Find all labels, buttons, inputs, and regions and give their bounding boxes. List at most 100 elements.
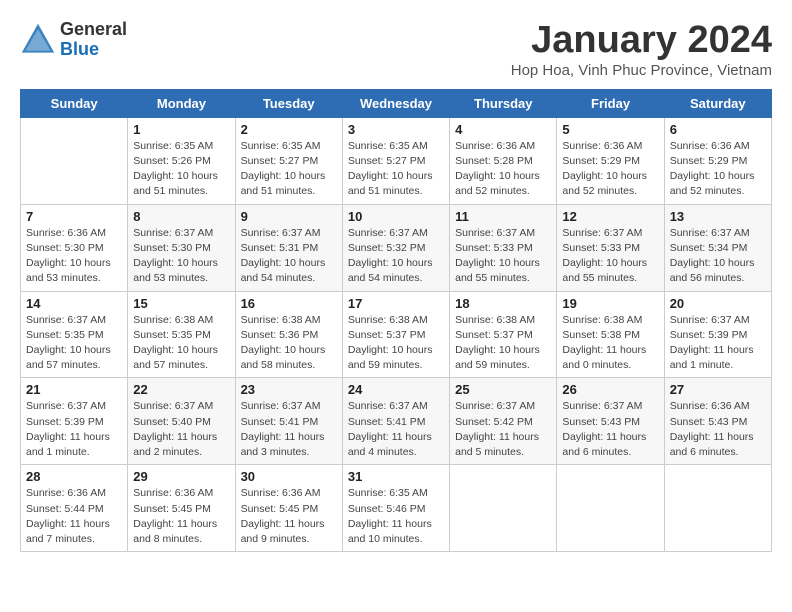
day-info: Sunrise: 6:37 AMSunset: 5:42 PMDaylight:… [455,399,551,460]
calendar-cell: 22 Sunrise: 6:37 AMSunset: 5:40 PMDayligh… [128,378,235,465]
day-info: Sunrise: 6:35 AMSunset: 5:46 PMDaylight:… [348,486,444,547]
month-title: January 2024 [511,20,772,62]
day-number: 13 [670,209,766,224]
header-day-sunday: Sunday [21,89,128,117]
calendar-cell: 28 Sunrise: 6:36 AMSunset: 5:44 PMDayligh… [21,465,128,552]
calendar-cell: 20 Sunrise: 6:37 AMSunset: 5:39 PMDayligh… [664,291,771,378]
day-number: 16 [241,296,337,311]
calendar-table: SundayMondayTuesdayWednesdayThursdayFrid… [20,89,772,552]
day-number: 24 [348,382,444,397]
calendar-cell [21,117,128,204]
day-info: Sunrise: 6:36 AMSunset: 5:44 PMDaylight:… [26,486,122,547]
calendar-cell: 4Sunrise: 6:36 AMSunset: 5:28 PMDaylight… [450,117,557,204]
day-info: Sunrise: 6:35 AMSunset: 5:27 PMDaylight:… [241,139,337,200]
calendar-cell: 17 Sunrise: 6:38 AMSunset: 5:37 PMDayligh… [342,291,449,378]
day-info: Sunrise: 6:38 AMSunset: 5:38 PMDaylight:… [562,313,658,374]
calendar-cell: 14 Sunrise: 6:37 AMSunset: 5:35 PMDayligh… [21,291,128,378]
calendar-cell: 1Sunrise: 6:35 AMSunset: 5:26 PMDaylight… [128,117,235,204]
day-number: 18 [455,296,551,311]
day-info: Sunrise: 6:36 AMSunset: 5:45 PMDaylight:… [133,486,229,547]
day-info: Sunrise: 6:37 AMSunset: 5:43 PMDaylight:… [562,399,658,460]
calendar-cell [664,465,771,552]
logo-blue: Blue [60,40,127,60]
header-day-tuesday: Tuesday [235,89,342,117]
calendar-cell: 21Sunrise: 6:37 AMSunset: 5:39 PMDayligh… [21,378,128,465]
calendar-cell: 8 Sunrise: 6:37 AMSunset: 5:30 PMDaylight… [128,204,235,291]
day-info: Sunrise: 6:38 AMSunset: 5:37 PMDaylight:… [455,313,551,374]
day-number: 12 [562,209,658,224]
calendar-header: SundayMondayTuesdayWednesdayThursdayFrid… [21,89,772,117]
day-info: Sunrise: 6:37 AMSunset: 5:40 PMDaylight:… [133,399,229,460]
day-number: 31 [348,469,444,484]
day-number: 9 [241,209,337,224]
day-number: 20 [670,296,766,311]
day-info: Sunrise: 6:36 AMSunset: 5:29 PMDaylight:… [562,139,658,200]
calendar-body: 1Sunrise: 6:35 AMSunset: 5:26 PMDaylight… [21,117,772,551]
header-day-saturday: Saturday [664,89,771,117]
day-number: 19 [562,296,658,311]
day-number: 7 [26,209,122,224]
day-number: 14 [26,296,122,311]
day-info: Sunrise: 6:37 AMSunset: 5:41 PMDaylight:… [241,399,337,460]
day-info: Sunrise: 6:36 AMSunset: 5:45 PMDaylight:… [241,486,337,547]
day-info: Sunrise: 6:37 AMSunset: 5:39 PMDaylight:… [26,399,122,460]
day-number: 27 [670,382,766,397]
calendar-cell: 24Sunrise: 6:37 AMSunset: 5:41 PMDayligh… [342,378,449,465]
logo: General Blue [20,20,127,60]
week-row-2: 7 Sunrise: 6:36 AMSunset: 5:30 PMDaylight… [21,204,772,291]
day-number: 15 [133,296,229,311]
calendar-cell: 11 Sunrise: 6:37 AMSunset: 5:33 PMDayligh… [450,204,557,291]
header-day-monday: Monday [128,89,235,117]
title-block: January 2024 Hop Hoa, Vinh Phuc Province… [511,20,772,79]
calendar-cell: 27 Sunrise: 6:36 AMSunset: 5:43 PMDayligh… [664,378,771,465]
day-info: Sunrise: 6:37 AMSunset: 5:31 PMDaylight:… [241,226,337,287]
day-info: Sunrise: 6:37 AMSunset: 5:33 PMDaylight:… [455,226,551,287]
calendar-cell: 30 Sunrise: 6:36 AMSunset: 5:45 PMDayligh… [235,465,342,552]
day-info: Sunrise: 6:37 AMSunset: 5:32 PMDaylight:… [348,226,444,287]
header-day-friday: Friday [557,89,664,117]
logo-icon [20,22,56,58]
day-info: Sunrise: 6:36 AMSunset: 5:30 PMDaylight:… [26,226,122,287]
day-number: 5 [562,122,658,137]
day-number: 28 [26,469,122,484]
calendar-cell: 29Sunrise: 6:36 AMSunset: 5:45 PMDayligh… [128,465,235,552]
day-info: Sunrise: 6:37 AMSunset: 5:39 PMDaylight:… [670,313,766,374]
day-info: Sunrise: 6:36 AMSunset: 5:43 PMDaylight:… [670,399,766,460]
day-info: Sunrise: 6:35 AMSunset: 5:27 PMDaylight:… [348,139,444,200]
day-info: Sunrise: 6:37 AMSunset: 5:35 PMDaylight:… [26,313,122,374]
day-number: 11 [455,209,551,224]
calendar-cell: 13 Sunrise: 6:37 AMSunset: 5:34 PMDayligh… [664,204,771,291]
week-row-4: 21Sunrise: 6:37 AMSunset: 5:39 PMDayligh… [21,378,772,465]
day-info: Sunrise: 6:38 AMSunset: 5:37 PMDaylight:… [348,313,444,374]
week-row-1: 1Sunrise: 6:35 AMSunset: 5:26 PMDaylight… [21,117,772,204]
calendar-cell: 16 Sunrise: 6:38 AMSunset: 5:36 PMDayligh… [235,291,342,378]
day-info: Sunrise: 6:38 AMSunset: 5:35 PMDaylight:… [133,313,229,374]
day-info: Sunrise: 6:38 AMSunset: 5:36 PMDaylight:… [241,313,337,374]
day-info: Sunrise: 6:37 AMSunset: 5:30 PMDaylight:… [133,226,229,287]
location-subtitle: Hop Hoa, Vinh Phuc Province, Vietnam [511,62,772,79]
day-number: 30 [241,469,337,484]
calendar-cell: 19 Sunrise: 6:38 AMSunset: 5:38 PMDayligh… [557,291,664,378]
day-info: Sunrise: 6:35 AMSunset: 5:26 PMDaylight:… [133,139,229,200]
calendar-cell: 6Sunrise: 6:36 AMSunset: 5:29 PMDaylight… [664,117,771,204]
week-row-5: 28 Sunrise: 6:36 AMSunset: 5:44 PMDayligh… [21,465,772,552]
logo-general: General [60,20,127,40]
calendar-cell: 26Sunrise: 6:37 AMSunset: 5:43 PMDayligh… [557,378,664,465]
day-number: 17 [348,296,444,311]
logo-text: General Blue [60,20,127,60]
day-info: Sunrise: 6:37 AMSunset: 5:34 PMDaylight:… [670,226,766,287]
calendar-cell: 31 Sunrise: 6:35 AMSunset: 5:46 PMDayligh… [342,465,449,552]
day-number: 22 [133,382,229,397]
calendar-cell: 2 Sunrise: 6:35 AMSunset: 5:27 PMDaylight… [235,117,342,204]
day-info: Sunrise: 6:36 AMSunset: 5:29 PMDaylight:… [670,139,766,200]
header-day-thursday: Thursday [450,89,557,117]
day-info: Sunrise: 6:37 AMSunset: 5:33 PMDaylight:… [562,226,658,287]
day-number: 8 [133,209,229,224]
day-number: 10 [348,209,444,224]
calendar-cell [557,465,664,552]
week-row-3: 14 Sunrise: 6:37 AMSunset: 5:35 PMDayligh… [21,291,772,378]
calendar-cell: 10 Sunrise: 6:37 AMSunset: 5:32 PMDayligh… [342,204,449,291]
calendar-cell: 5 Sunrise: 6:36 AMSunset: 5:29 PMDaylight… [557,117,664,204]
day-number: 2 [241,122,337,137]
calendar-cell: 15 Sunrise: 6:38 AMSunset: 5:35 PMDayligh… [128,291,235,378]
